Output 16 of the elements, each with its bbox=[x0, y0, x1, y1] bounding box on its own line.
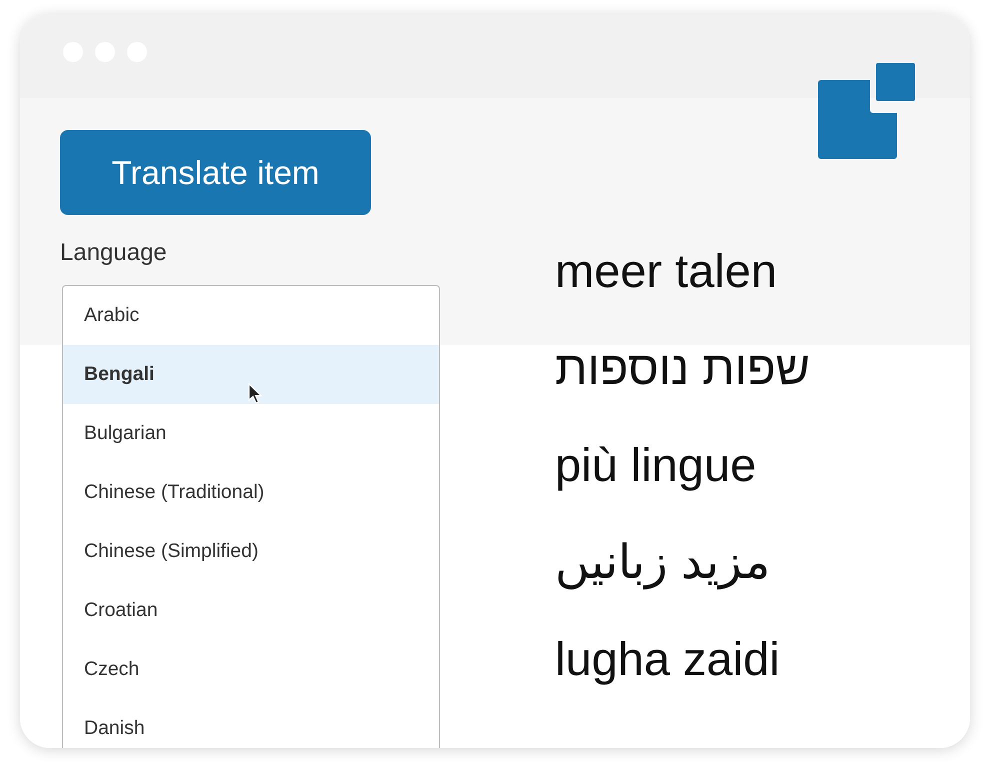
squares-logo-icon bbox=[818, 63, 915, 159]
language-option[interactable]: Arabic bbox=[63, 286, 439, 345]
language-label: Language bbox=[60, 239, 168, 267]
language-option[interactable]: Croatian bbox=[63, 581, 439, 640]
translated-phrase: più lingue bbox=[555, 437, 758, 493]
language-option[interactable]: Chinese (Traditional) bbox=[63, 463, 439, 522]
translated-phrase: שפות נוספות bbox=[555, 340, 810, 396]
language-option[interactable]: Danish bbox=[63, 699, 439, 748]
translated-phrase: meer talen bbox=[555, 243, 778, 299]
language-option[interactable]: Czech bbox=[63, 640, 439, 699]
language-option[interactable]: Chinese (Simplified) bbox=[63, 522, 439, 581]
language-option[interactable]: Bulgarian bbox=[63, 404, 439, 463]
translate-item-button[interactable]: Translate item bbox=[60, 130, 371, 215]
translated-phrase: lugha zaidi bbox=[555, 631, 781, 687]
language-option[interactable]: Bengali bbox=[63, 345, 439, 404]
translated-phrase: مزيد زبانیں bbox=[555, 534, 772, 592]
